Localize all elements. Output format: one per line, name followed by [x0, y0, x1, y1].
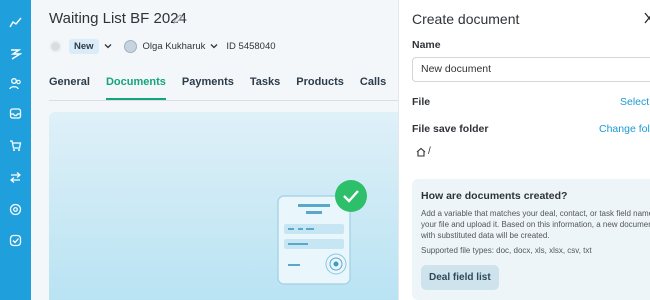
slider-title: Create document [412, 11, 520, 27]
info-title: How are documents created? [421, 190, 568, 202]
chevron-down-icon[interactable] [104, 42, 112, 50]
home-icon [416, 147, 426, 157]
deal-tabs: General Documents Payments Tasks Product… [49, 70, 398, 100]
change-folder-link[interactable]: Change fol [599, 123, 650, 135]
folder-label: File save folder [412, 123, 489, 135]
create-document-slider: Create document Name New document File S… [398, 0, 650, 300]
left-rail [0, 0, 31, 300]
deal-main-area: Waiting List BF 2024 New Olga Kukharuk I… [31, 0, 398, 300]
tab-payments[interactable]: Payments [182, 70, 234, 100]
cart-icon[interactable] [9, 139, 22, 152]
folder-path: / [416, 146, 431, 157]
deal-id: ID 5458040 [226, 40, 276, 52]
tab-products[interactable]: Products [296, 70, 344, 100]
responsible-user[interactable]: Olga Kukharuk [143, 41, 206, 52]
name-label: Name [412, 39, 441, 51]
select-file-link[interactable]: Select [620, 96, 649, 108]
transfer-icon[interactable] [9, 171, 22, 184]
tabs-divider [49, 100, 398, 101]
tab-calls[interactable]: Calls [360, 70, 386, 100]
info-text: Add a variable that matches your deal, c… [421, 209, 650, 240]
tab-tasks[interactable]: Tasks [250, 70, 280, 100]
close-icon[interactable] [644, 12, 650, 24]
deal-field-list-button[interactable]: Deal field list [421, 265, 499, 290]
avatar [123, 39, 137, 53]
deal-title[interactable]: Waiting List BF 2024 [49, 10, 187, 27]
document-illustration [277, 180, 367, 285]
folder-path-text: / [428, 146, 431, 157]
pencil-icon[interactable] [172, 12, 183, 24]
info-box: How are documents created? Add a variabl… [412, 179, 650, 300]
supported-types: Supported file types: doc, docx, xls, xl… [421, 246, 592, 255]
check-circle-icon[interactable] [9, 234, 22, 247]
settings-circle-icon[interactable] [9, 203, 22, 216]
lightning-icon[interactable] [9, 47, 22, 60]
chevron-down-icon[interactable] [210, 42, 218, 50]
tab-general[interactable]: General [49, 70, 90, 100]
deal-meta-row: New Olga Kukharuk ID 5458040 [49, 37, 276, 55]
status-badge[interactable]: New [69, 38, 99, 54]
inbox-icon[interactable] [9, 107, 22, 120]
file-label: File [412, 96, 431, 108]
tab-documents[interactable]: Documents [105, 70, 166, 100]
status-dot [49, 39, 62, 53]
document-name-input[interactable]: New document [412, 57, 650, 82]
people-icon[interactable] [9, 77, 22, 90]
chart-icon[interactable] [9, 16, 22, 29]
